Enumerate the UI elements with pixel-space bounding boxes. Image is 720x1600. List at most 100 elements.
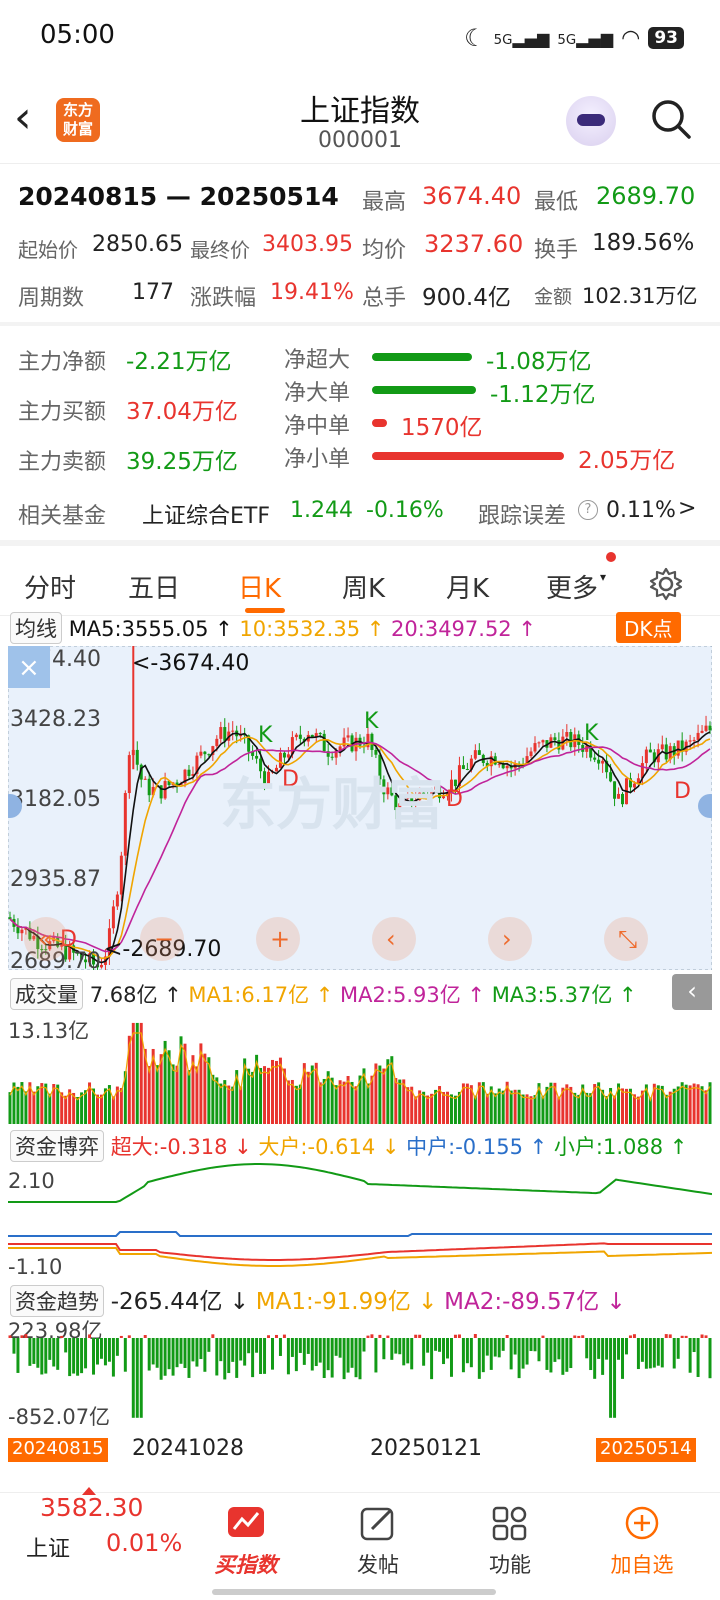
trend-bar [235,1338,239,1378]
trend-bar [278,1338,282,1356]
add-watchlist-button[interactable]: 加自选 [592,1505,692,1579]
index-price[interactable]: 3582.30 [40,1493,143,1522]
trend-bar [378,1334,382,1338]
search-icon[interactable] [650,98,692,140]
dk-point-button[interactable]: DK点 [616,612,681,643]
index-name[interactable]: 上证 [26,1531,70,1563]
volume-bar [48,1093,52,1124]
volume-bar [298,1084,302,1124]
settings-gear-icon[interactable] [648,566,684,602]
volume-selector[interactable]: 成交量 [10,978,83,1010]
trend-bar [239,1338,243,1361]
small-value: 小户:1.088 ↑ [553,1135,688,1159]
volume-bar [227,1085,231,1124]
home-indicator [212,1589,496,1595]
capital-trend-selector[interactable]: 资金趋势 [10,1285,104,1317]
volume-bar [306,1071,310,1124]
capital-game-chart[interactable]: 2.10 -1.10 [8,1160,712,1280]
ma-selector[interactable]: 均线 [10,612,62,644]
app-header: ‹ 东方 财富 上证指数 000001 [0,78,720,164]
candle-body [696,732,700,740]
trend-bar [12,1338,16,1354]
net-order-label: 净大单 [284,381,351,406]
trend-bar [207,1338,211,1352]
trend-bar [354,1338,358,1378]
chevron-right-icon[interactable]: > [678,496,696,521]
candle-body [119,855,123,895]
trend-bar [656,1338,660,1366]
candle-body [537,742,541,744]
volume-chart[interactable]: 13.13亿 [8,1012,712,1124]
candlestick-chart[interactable]: 3674.403428.233182.052935.872689.70<-367… [8,646,712,970]
y-axis-label: 3182.05 [10,787,101,812]
volume-bar [310,1065,314,1124]
candle-body [473,750,477,759]
trend-bar [541,1335,545,1338]
index-change[interactable]: 0.01% [106,1529,182,1557]
trend-bar [537,1338,541,1362]
change-value: 19.41% [270,280,354,305]
trend-bar [473,1334,477,1338]
trend-bar [601,1338,605,1375]
trend-bar [267,1335,271,1338]
collapse-panel-button[interactable]: ‹ [672,974,712,1010]
function-button[interactable]: 功能 [460,1505,560,1579]
volume-bar [521,1094,525,1124]
post-button[interactable]: 发帖 [328,1505,428,1579]
trend-bar [282,1334,286,1338]
volume-bar [96,1094,99,1124]
volume-bar [704,1090,708,1124]
volume-bar [525,1094,529,1124]
volume-bar [513,1089,517,1124]
trend-bar [99,1338,103,1359]
trend-bar [382,1338,386,1360]
trend-bar [585,1338,589,1359]
trend-bar [76,1338,80,1376]
trend-bar [139,1338,143,1418]
buy-index-button[interactable]: 买指数 [196,1505,296,1579]
tab-five-day[interactable]: 五日 [128,568,180,605]
trend-bar [290,1338,294,1357]
tab-weekly-k[interactable]: 周K [342,568,385,605]
volume-ma2: MA2:5.93亿 ↑ [340,983,485,1007]
trend-bar [362,1338,366,1352]
candle-body [255,755,259,759]
volume-bar [131,1022,135,1124]
trend-bar [107,1338,111,1362]
related-fund-row[interactable]: 相关基金 上证综合ETF 1.244 -0.16% 跟踪误差 ? 0.11% > [0,494,720,540]
volume-bar [251,1071,255,1124]
help-icon[interactable]: ? [578,500,598,520]
trend-bar [92,1338,96,1375]
trend-bar [259,1338,263,1375]
kd-signal: K [364,709,379,734]
trend-bar [334,1338,338,1356]
battery-icon: 93 [648,27,684,49]
volume-bar [585,1092,589,1124]
candle-body [259,758,263,772]
trend-bar [155,1338,159,1368]
tab-monthly-k[interactable]: 月K [446,568,489,605]
volume-bar [529,1096,533,1124]
volume-bar [286,1080,290,1124]
tab-more[interactable]: 更多 [546,568,598,605]
candle-body [223,727,227,741]
candle-body [453,779,457,787]
fund-name[interactable]: 上证综合ETF [142,498,270,530]
low-value: 2689.70 [596,182,696,210]
trend-bar [28,1338,32,1366]
y-axis-label: 3428.23 [10,707,101,732]
candle-body [199,751,203,756]
trend-bar [32,1338,36,1364]
assistant-robot-icon[interactable] [566,96,616,146]
trend-bar [553,1338,557,1362]
trend-bar [505,1334,509,1338]
trend-bar [386,1335,390,1338]
tab-daily-k[interactable]: 日K [238,568,281,605]
volume-bar [267,1067,271,1124]
trend-bar [40,1338,44,1375]
capital-game-selector[interactable]: 资金博弈 [10,1130,104,1162]
capital-trend-chart[interactable]: 223.98亿 -852.07亿 [8,1316,712,1426]
volume-bar [453,1095,457,1124]
volume-bar [668,1091,672,1124]
tab-intraday[interactable]: 分时 [24,568,76,605]
